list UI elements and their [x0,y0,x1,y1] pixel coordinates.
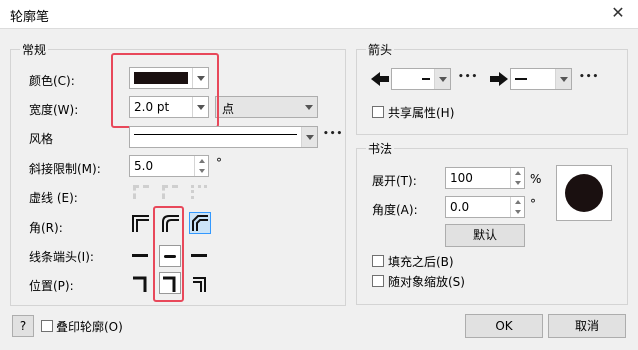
arrows-group-label: 箭头 [366,41,395,58]
nib-shape [565,174,603,212]
position-outside-icon [133,276,147,292]
overprint-checkbox[interactable] [41,320,53,332]
spin-up-icon[interactable] [198,159,205,163]
caps-label: 线条端头(I): [29,250,94,264]
cancel-button[interactable]: 取消 [548,314,626,338]
help-button[interactable]: ? [12,315,34,337]
fill-behind-checkbox[interactable] [372,255,384,267]
miter-label: 斜接限制(M): [29,162,101,176]
ok-button[interactable]: OK [465,314,543,338]
end-arrow-dropdown-arrow[interactable] [555,69,571,89]
spin-down-icon[interactable] [514,181,521,185]
spin-down-icon[interactable] [198,169,205,173]
style-preview [130,127,301,147]
style-select[interactable] [129,126,318,148]
corner-bevel-icon [192,215,208,231]
corner-cap-position-highlight [153,206,184,302]
general-group-label: 常规 [20,41,49,58]
stretch-value: 100 [450,171,473,185]
arrows-group [356,49,628,135]
chevron-down-icon [305,134,314,140]
unit-dropdown-arrow[interactable] [301,97,317,117]
stretch-spinbox[interactable]: 100 [445,167,525,189]
style-more-button[interactable]: ••• [323,129,343,139]
corner-miter-icon [132,215,149,232]
spin-up-icon[interactable] [514,200,521,204]
nib-preview [556,165,612,221]
cap-square-option[interactable] [191,254,207,257]
end-arrow-select[interactable] [510,68,572,90]
dash-option-2 [162,185,178,199]
shared-attr-label: 共享属性(H) [388,106,455,120]
style-dropdown-arrow[interactable] [301,127,317,147]
title-bar: 轮廓笔 ✕ [0,0,638,29]
miter-value: 5.0 [134,159,154,173]
close-icon[interactable]: ✕ [605,2,631,24]
stretch-unit: % [530,172,542,186]
scale-with-object-label: 随对象缩放(S) [388,275,465,289]
start-arrow-select[interactable] [391,68,451,90]
default-button[interactable]: 默认 [445,224,525,247]
window-title: 轮廓笔 [10,10,50,25]
angle-spinbox[interactable]: 0.0 [445,196,525,218]
chevron-down-icon [559,76,568,82]
arrow-right-icon [490,72,508,86]
unit-value: 点 [222,102,235,116]
start-arrow-dropdown-arrow[interactable] [434,69,450,89]
color-width-highlight [111,53,219,128]
calligraphy-group-label: 书法 [366,140,395,157]
chevron-down-icon [438,76,447,82]
chevron-down-icon [305,104,313,110]
stretch-label: 展开(T): [372,174,417,188]
shared-attr-checkbox[interactable] [372,106,384,118]
fill-behind-label: 填充之后(B) [388,255,454,269]
color-label: 颜色(C): [29,74,75,88]
end-arrow-more-button[interactable]: ••• [579,72,599,82]
unit-select[interactable]: 点 [215,96,318,118]
miter-spinbox[interactable]: 5.0 [129,155,209,177]
dash-option-3 [191,185,207,199]
position-inside-option[interactable] [189,272,211,294]
position-inside-icon [193,277,206,292]
angle-label: 角度(A): [372,203,418,217]
style-label: 风格 [29,132,54,146]
spin-up-icon[interactable] [514,171,521,175]
angle-value: 0.0 [450,200,470,214]
corner-label: 角(R): [29,221,63,235]
dash-option-1 [133,185,149,199]
corner-bevel-option[interactable] [189,212,211,234]
cap-butt-option[interactable] [132,254,148,257]
spin-down-icon[interactable] [514,210,521,214]
position-label: 位置(P): [29,279,74,293]
scale-with-object-checkbox[interactable] [372,275,384,287]
dash-label: 虚线 (E): [29,191,78,205]
overprint-label: 叠印轮廓(O) [56,320,123,334]
position-outside-option[interactable] [129,272,151,294]
arrow-left-icon [371,72,389,86]
miter-unit: ° [216,156,222,170]
angle-unit: ° [530,197,536,211]
width-label: 宽度(W): [29,103,79,117]
corner-miter-option[interactable] [129,212,151,234]
start-arrow-more-button[interactable]: ••• [458,72,478,82]
